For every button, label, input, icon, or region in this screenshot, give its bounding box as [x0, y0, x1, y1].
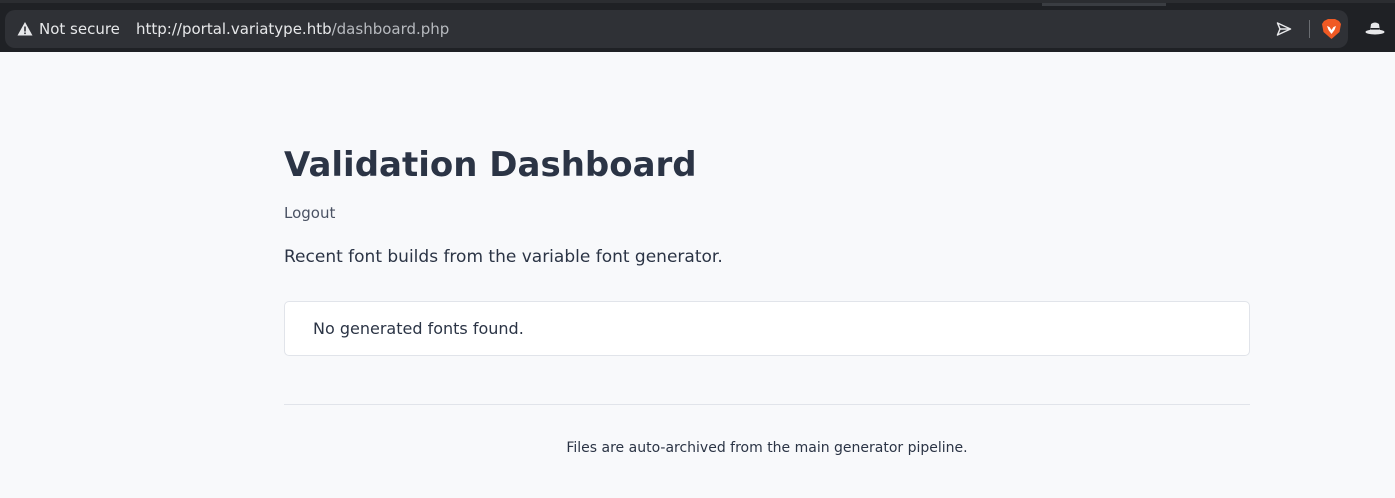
security-label: Not secure — [39, 20, 120, 38]
security-indicator[interactable]: Not secure — [17, 19, 120, 39]
url-host: http://portal.variatype.htb — [136, 20, 332, 38]
page-title: Validation Dashboard — [284, 145, 697, 185]
url-path: /dashboard.php — [331, 20, 450, 38]
tab-strip-indicator — [1042, 3, 1166, 6]
brave-lion-icon[interactable] — [1321, 18, 1342, 40]
font-list-card: No generated fonts found. — [284, 301, 1250, 356]
logout-link[interactable]: Logout — [284, 204, 335, 222]
empty-state-message: No generated fonts found. — [313, 319, 524, 338]
browser-toolbar: Not secure http://portal.variatype.htb/d… — [0, 0, 1395, 52]
hat-icon[interactable] — [1365, 21, 1385, 35]
address-bar[interactable]: Not secure http://portal.variatype.htb/d… — [5, 10, 1348, 48]
warning-icon — [17, 22, 33, 36]
intro-text: Recent font builds from the variable fon… — [284, 247, 723, 267]
footer-divider — [284, 404, 1250, 405]
toolbar-divider — [1309, 20, 1310, 38]
url-text[interactable]: http://portal.variatype.htb/dashboard.ph… — [136, 19, 449, 39]
send-icon[interactable] — [1276, 21, 1292, 37]
footer-note: Files are auto-archived from the main ge… — [566, 440, 968, 456]
